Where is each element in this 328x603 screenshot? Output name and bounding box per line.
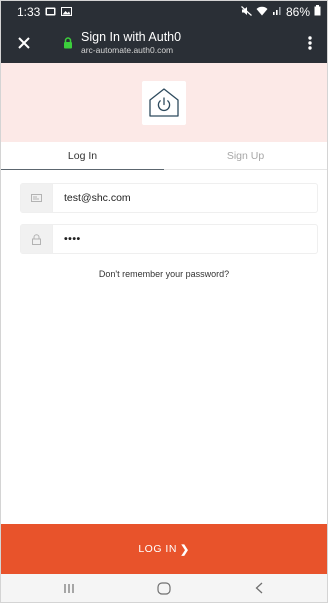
tab-log-in[interactable]: Log In <box>1 142 164 170</box>
system-nav-bar <box>1 574 327 602</box>
more-vert-icon <box>308 36 312 50</box>
status-time: 1:33 <box>17 5 41 19</box>
tab-sign-up[interactable]: Sign Up <box>164 142 327 170</box>
battery-icon <box>314 5 321 19</box>
close-icon <box>18 37 30 49</box>
log-in-label: LOG IN <box>138 543 177 555</box>
browser-header: Sign In with Auth0 arc-automate.auth0.co… <box>1 23 327 63</box>
wifi-icon <box>256 5 268 19</box>
padlock-icon <box>32 233 41 245</box>
image-icon <box>61 5 73 19</box>
home-button[interactable] <box>144 576 184 600</box>
email-input[interactable] <box>53 184 317 212</box>
home-icon <box>157 581 171 595</box>
mute-icon <box>241 5 252 19</box>
password-input[interactable] <box>53 225 317 253</box>
device-screen: 1:33 86% Sign In with Auth0 arc-automate… <box>0 0 328 603</box>
envelope-icon <box>31 194 42 202</box>
login-form: Don't remember your password? <box>1 170 327 524</box>
chevron-right-icon: ❯ <box>179 543 190 556</box>
status-bar: 1:33 86% <box>1 1 327 23</box>
email-icon-box <box>21 184 53 212</box>
home-power-logo-icon <box>149 87 179 117</box>
app-logo <box>142 80 186 125</box>
close-button[interactable] <box>1 23 47 63</box>
more-options-button[interactable] <box>293 23 327 63</box>
auth-tabs: Log In Sign Up <box>1 142 327 170</box>
recents-icon <box>64 583 74 593</box>
lock-icon <box>63 37 75 49</box>
log-in-button[interactable]: LOG IN ❯ <box>1 524 327 574</box>
header-title-block: Sign In with Auth0 arc-automate.auth0.co… <box>81 29 182 55</box>
email-field <box>20 183 318 213</box>
recents-button[interactable] <box>49 576 89 600</box>
hero-banner <box>1 63 327 142</box>
password-icon-box <box>21 225 53 253</box>
battery-percent: 86% <box>285 5 310 19</box>
back-icon <box>255 582 263 594</box>
back-button[interactable] <box>239 576 279 600</box>
forgot-password-link[interactable]: Don't remember your password? <box>1 269 327 279</box>
password-field <box>20 224 318 254</box>
page-url: arc-automate.auth0.com <box>81 44 174 55</box>
cast-icon <box>45 5 56 19</box>
signal-icon <box>272 5 282 19</box>
page-title: Sign In with Auth0 <box>81 29 182 44</box>
